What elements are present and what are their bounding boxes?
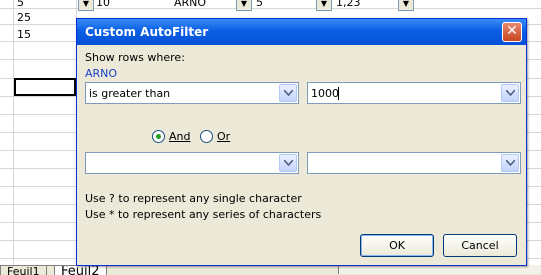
chevron-down-icon [284,160,293,166]
operator1-select[interactable]: is greater than [85,82,299,104]
cancel-button[interactable]: Cancel [443,234,517,257]
value1-combo[interactable]: 1000 [307,82,521,104]
cell-e1[interactable]: 1,23 [336,0,361,9]
operator1-dropdown-button[interactable] [279,84,297,102]
autofilter-dropdown-e[interactable]: ▼ [398,0,414,11]
and-label[interactable]: And [169,130,190,143]
radio-selected-dot [156,134,161,139]
or-label[interactable]: Or [217,130,230,143]
and-radio[interactable] [152,130,165,143]
chevron-down-icon [506,160,515,166]
value2-combo[interactable] [307,152,521,174]
show-rows-label: Show rows where: [85,51,185,64]
cell-b1[interactable]: 10 [96,0,110,9]
text-cursor [338,87,339,100]
close-button[interactable]: ✕ [502,22,522,42]
hint-single-char: Use ? to represent any single character [85,192,302,205]
field-name-label: ARNO [85,67,118,80]
hint-series-chars: Use * to represent any series of charact… [85,208,322,221]
cell-a1[interactable]: 5 [17,0,24,9]
close-icon: ✕ [506,23,518,39]
operator2-dropdown-button[interactable] [279,154,297,172]
autofilter-dropdown-b[interactable]: ▼ [78,0,94,11]
cell-c1[interactable]: ARNO [174,0,206,9]
chevron-down-icon [506,90,515,96]
grid-line [13,0,14,265]
custom-autofilter-dialog: Custom AutoFilter ✕ Show rows where: ARN… [76,18,527,266]
chevron-down-icon [284,90,293,96]
operator1-value: is greater than [89,87,171,100]
ok-button[interactable]: OK [360,234,434,257]
autofilter-dropdown-c[interactable]: ▼ [236,0,252,11]
dialog-title: Custom AutoFilter [85,25,209,39]
autofilter-dropdown-d[interactable]: ▼ [316,0,332,11]
value2-dropdown-button[interactable] [501,154,519,172]
active-cell[interactable] [14,78,76,96]
value1-dropdown-button[interactable] [501,84,519,102]
dialog-titlebar[interactable]: Custom AutoFilter ✕ [77,19,526,45]
value1-input[interactable]: 1000 [311,87,339,100]
cell-a3[interactable]: 15 [17,28,31,41]
horizontal-scrollbar[interactable] [338,265,541,274]
cell-a2[interactable]: 25 [17,11,31,24]
cell-d1[interactable]: 5 [256,0,263,9]
operator2-select[interactable] [85,152,299,174]
or-radio[interactable] [200,130,213,143]
